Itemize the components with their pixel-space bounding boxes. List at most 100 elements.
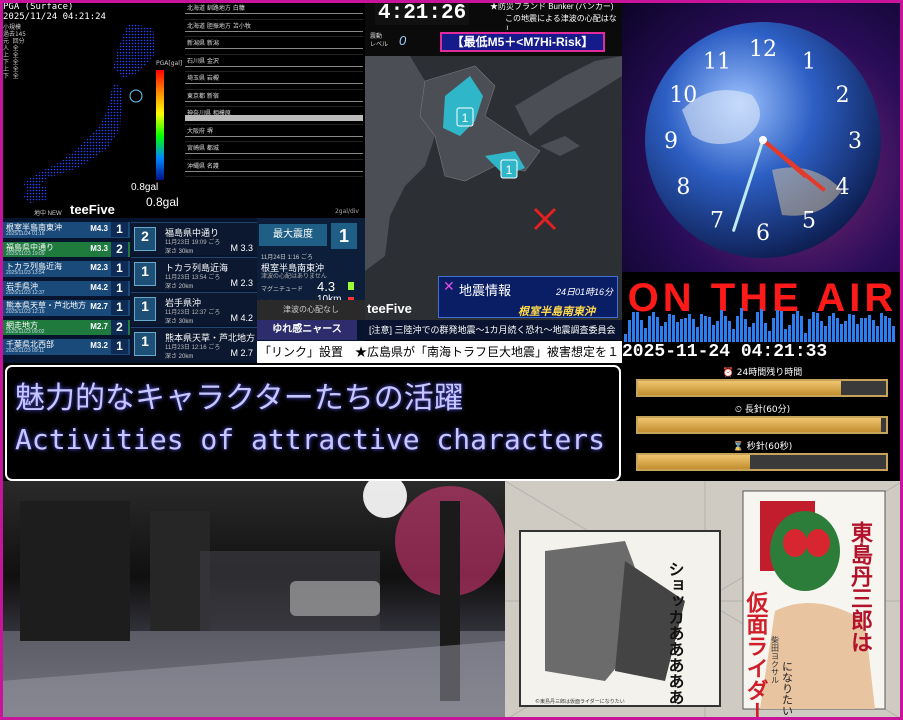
analog-clock-panel: 12 1 2 3 4 5 6 7 8 9 10 11: [622, 0, 903, 272]
clock-numeral: 4: [836, 175, 850, 200]
waveform-row: 埼玉県 岩槻: [185, 72, 363, 90]
digital-clock: 4:21:26: [375, 2, 470, 25]
quake-row-time: 2025/11/23 09:02: [6, 328, 45, 335]
caption-japanese: 魅力的なキャラクターたちの活躍: [15, 381, 464, 416]
datetime-meter-panel: 2025-11-24 04:21:33 ⏰ 24時間残り時間 ⏲ 長針(60分)…: [622, 342, 903, 481]
audio-level-bar: [876, 325, 879, 342]
quake-row-time: 2025/11/23 12:37: [6, 289, 45, 296]
pga-unit-label: PGA[gal]: [156, 60, 183, 67]
audio-level-bar: [768, 330, 771, 342]
audio-level-bar: [840, 324, 843, 342]
audio-level-bar: [696, 327, 699, 342]
quake-card: 2 福島県中通り 11月23日 19:09 ごろ 深さ 30km M 3.3: [131, 222, 257, 255]
audio-level-bar: [816, 313, 819, 342]
clock-numeral: 12: [749, 37, 777, 62]
quake-info-epicenter: 根室半島南東沖: [518, 306, 595, 318]
manga-cover-image: 東島丹三郎は 仮面ライダー になりたい 柴田ヨクサル ショッカあああああ ©東島…: [505, 481, 903, 720]
shaking-level-value: 0: [399, 33, 407, 48]
on-air-panel: ON THE AIR: [622, 272, 903, 342]
map-pin-label: 1: [506, 163, 513, 177]
max-intensity-value: 1: [331, 223, 357, 249]
clock-numeral: 11: [703, 49, 731, 74]
meter-label: ⏲ 長針(60分): [734, 405, 791, 415]
audio-level-bar: [680, 319, 683, 342]
quake-card-depth: 深さ 30km: [165, 249, 194, 255]
quake-row-time: 2025/11/24 01:16: [6, 231, 45, 237]
max-intensity-label: 最大震度: [259, 224, 327, 246]
caption-box: 魅力的なキャラクターたちの活躍 Activities of attractive…: [5, 365, 621, 481]
magnitude-swatch: [348, 282, 354, 290]
manga-sfx: ショッカあああああ: [666, 561, 685, 705]
audio-level-bar: [780, 311, 783, 342]
cross-icon: ✕: [443, 279, 455, 295]
quake-card-depth: 深さ 30km: [165, 319, 194, 325]
quake-card-time: 11月23日 19:09 ごろ: [165, 240, 221, 246]
quake-card-intensity: 2: [134, 227, 156, 251]
audio-level-bar: [700, 313, 703, 342]
quake-row-magnitude: M3.3: [90, 243, 108, 253]
audio-level-bar: [868, 314, 871, 342]
quake-row-magnitude: M2.3: [90, 263, 108, 272]
magnitude-label: マグニチュード: [261, 287, 304, 293]
quake-card-magnitude: M 4.2: [230, 313, 253, 323]
clock-numeral: 3: [848, 129, 862, 154]
clock-numeral: 7: [710, 209, 724, 234]
quake-row-time: 2025/11/23 13:54: [6, 270, 45, 276]
clock-numeral: 5: [802, 209, 816, 234]
teefive-logo: teeFive: [367, 301, 412, 316]
clock-numeral: 2: [836, 83, 850, 108]
hokkaido-map: 1 1: [365, 56, 622, 301]
manga-title-vertical: 東島丹三郎は: [847, 521, 873, 653]
quake-card-depth: 深さ 20km: [165, 284, 194, 290]
audio-level-bar: [724, 316, 727, 342]
audio-level-bar: [776, 310, 779, 342]
map-topbar: 4:21:26 ★防災ブランド Bunker (バンカー) この地震による津波の…: [365, 0, 622, 34]
epicenter-map-panel: 1 1 4:21:26 ★防災ブランド Bunker (バンカー) この地震によ…: [365, 0, 622, 340]
manga-credit: ©東島丹三郎は仮面ライダーになりたい: [535, 698, 625, 705]
audio-level-bar: [664, 322, 667, 342]
teefive-logo: teeFive: [70, 202, 115, 217]
clock-numeral: 6: [756, 221, 770, 246]
quake-card-intensity: 1: [134, 332, 156, 356]
audio-level-bar: [812, 312, 815, 342]
pga-colorbar: [156, 70, 164, 180]
clock-numeral: 1: [802, 49, 816, 74]
audio-level-bar: [756, 311, 759, 342]
audio-level-bar: [708, 316, 711, 342]
audio-level-bar: [884, 316, 887, 342]
pga-title: PGA (Surface): [3, 2, 74, 12]
audio-level-bar: [792, 313, 795, 342]
quake-row: 岩手県沖 2025/11/23 12:37 M4.2 1: [3, 280, 130, 296]
audio-level-bar: [704, 316, 707, 342]
audio-level-bar: [824, 326, 827, 342]
quake-card-time: 11月23日 12:16 ごろ: [165, 345, 221, 351]
caption-english: Activities of attractive characters: [15, 423, 606, 456]
analog-clock: 12 12 3 45 6 78 9 1011: [645, 22, 881, 258]
quake-card-intensity: 1: [134, 297, 156, 321]
audio-level-bar: [648, 316, 651, 342]
audio-level-bar: [644, 327, 647, 342]
pga-gal-small: 0.8gal: [131, 182, 159, 193]
yure-kan-button[interactable]: ゆれ感ニャース: [257, 320, 357, 340]
risk-filter-badge: 【最低M5＋<M7Hi-Risk】: [440, 32, 605, 52]
audio-level-bar: [660, 325, 663, 342]
waveform-row: 宮崎県 都城: [185, 142, 363, 160]
audio-level-bar: [864, 317, 867, 342]
quake-row-intensity: 1: [111, 300, 128, 315]
audio-level-bar: [880, 312, 883, 342]
magnitude-value: 4.3: [317, 279, 336, 294]
audio-level-bar: [688, 314, 691, 342]
waveform-row: 大阪府 堺: [185, 125, 363, 142]
audio-level-bar: [712, 324, 715, 342]
quake-card-magnitude: M 3.3: [230, 243, 253, 253]
audio-level-bar: [788, 324, 791, 342]
quake-row-time: 2025/11/23 09:11: [6, 348, 45, 354]
audio-level-bar: [652, 312, 655, 342]
audio-level-bar: [804, 332, 807, 342]
quake-row-time: 2025/11/23 12:16: [6, 309, 45, 315]
quake-row-magnitude: M3.2: [90, 341, 108, 350]
waveform-row: 神奈川県 相模原: [185, 107, 363, 125]
quake-row: 熊本県天草・芦北地方 2025/11/23 12:16 M2.7 1: [3, 300, 130, 316]
audio-level-bar: [860, 318, 863, 342]
pga-monitor-panel: PGA (Surface) 2025/11/24 04:21:24 小規模 過去…: [0, 0, 365, 218]
